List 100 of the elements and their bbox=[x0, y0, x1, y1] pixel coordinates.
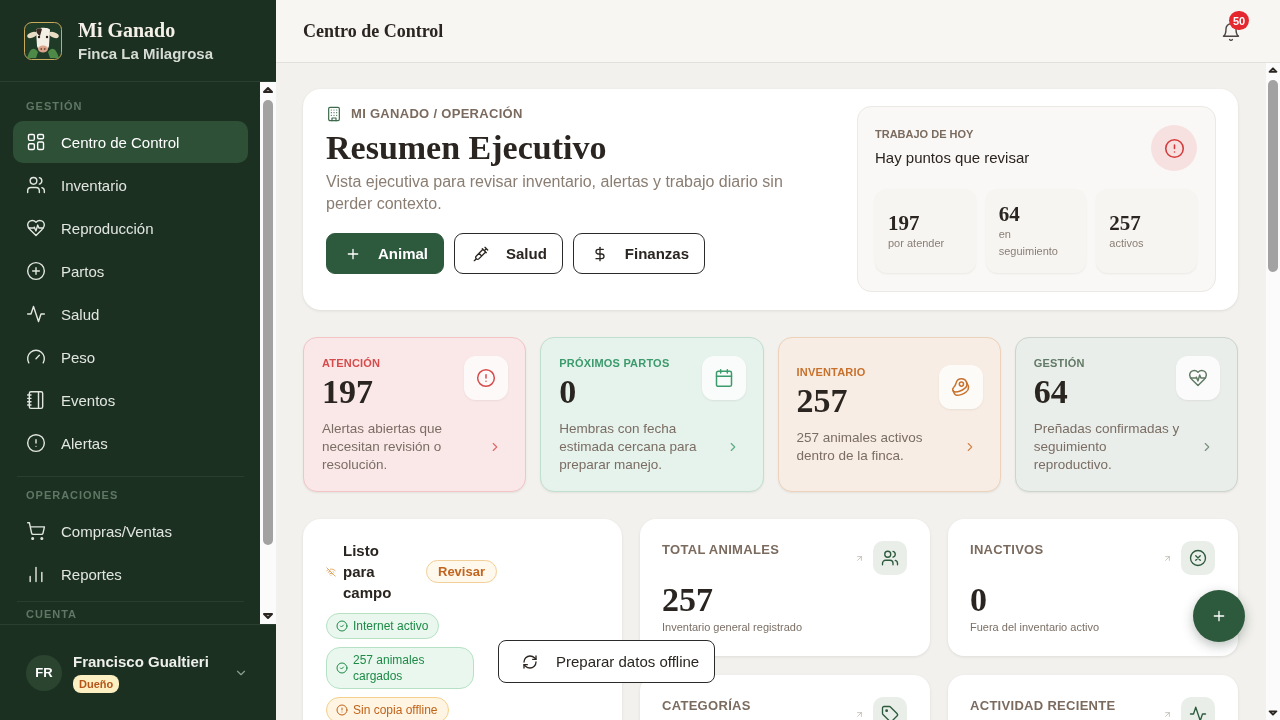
stat-label: INVENTARIO bbox=[796, 364, 866, 379]
metric-card[interactable]: CATEGORÍAS bbox=[640, 675, 930, 720]
breadcrumb: MI GANADO / OPERACIÓN bbox=[351, 106, 523, 122]
arrow-up-right-icon bbox=[855, 710, 864, 719]
arrow-up-right-icon bbox=[855, 554, 864, 563]
nav-item[interactable]: Peso bbox=[13, 336, 248, 378]
notebook-icon bbox=[26, 390, 46, 410]
plus-circle-icon bbox=[26, 261, 46, 281]
section-label: OPERACIONES bbox=[25, 488, 120, 502]
action-button[interactable]: Finanzas bbox=[572, 233, 706, 274]
scrollbar[interactable] bbox=[260, 82, 276, 624]
stat-card[interactable]: GESTIÓN 64 Preñadas confirmadas y seguimiento reproductivo. bbox=[1014, 337, 1238, 492]
tile-value: 197 bbox=[888, 210, 921, 235]
metric-label: ACTIVIDAD RECIENTE bbox=[970, 698, 1117, 714]
metric-caption: Inventario general registrado bbox=[662, 620, 804, 634]
app-title: Mi Ganado bbox=[78, 17, 177, 42]
stat-value: 64 bbox=[1033, 372, 1069, 411]
nav-item[interactable]: Partos bbox=[13, 250, 248, 292]
panel-label: TRABAJO DE HOY bbox=[875, 127, 975, 141]
alert-icon bbox=[336, 704, 348, 716]
stat-value: 0 bbox=[559, 372, 578, 411]
refresh-icon bbox=[522, 653, 538, 670]
people-icon bbox=[26, 175, 46, 195]
prepare-offline-button[interactable]: Preparar datos offline bbox=[498, 640, 716, 683]
notification-badge: 50 bbox=[1229, 11, 1249, 30]
heart-pulse-icon bbox=[1176, 355, 1220, 400]
metric-label: TOTAL ANIMALES bbox=[662, 542, 781, 558]
tile-label: activos bbox=[1109, 235, 1145, 251]
building-icon bbox=[326, 106, 342, 122]
nav-item[interactable]: Salud bbox=[13, 293, 248, 335]
stat-description: Alertas abiertas que necesitan revisión o resolución. bbox=[322, 419, 444, 474]
calendar-icon bbox=[701, 355, 746, 400]
metric-caption: Fuera del inventario activo bbox=[970, 620, 1100, 634]
check-circle-icon bbox=[336, 620, 348, 632]
stat-label: GESTIÓN bbox=[1033, 355, 1085, 370]
nav-item[interactable]: Alertas bbox=[13, 422, 248, 464]
metric-card[interactable]: ACTIVIDAD RECIENTE bbox=[948, 675, 1238, 720]
arrow-up-right-icon bbox=[1163, 554, 1172, 563]
tile-label: por atender bbox=[888, 235, 946, 251]
stat-card[interactable]: PRÓXIMOS PARTOS 0 Hembras con fecha estimada cercana para preparar manejo. bbox=[540, 337, 764, 492]
tile-label: en seguimiento bbox=[998, 227, 1059, 259]
syringe-icon bbox=[473, 245, 489, 262]
check-circle-icon bbox=[336, 662, 348, 674]
steak-icon bbox=[938, 364, 983, 409]
stat-value: 197 bbox=[322, 372, 374, 411]
alert-icon bbox=[26, 433, 46, 453]
metric-label: INACTIVOS bbox=[970, 542, 1045, 558]
heart-pulse-icon bbox=[26, 218, 46, 238]
bar-chart-icon bbox=[26, 564, 46, 584]
stat-description: Hembras con fecha estimada cercana para preparar manejo. bbox=[559, 419, 698, 474]
pill-label: Sin copia offline bbox=[353, 702, 438, 718]
panel-title: Hay puntos que revisar bbox=[875, 148, 1030, 168]
scrollbar[interactable] bbox=[1266, 63, 1280, 720]
pill-label: 257 animales cargados bbox=[353, 652, 426, 684]
stat-description: 257 animales activos dentro de la finca. bbox=[796, 428, 924, 465]
tile-value: 64 bbox=[998, 202, 1021, 226]
stat-label: ATENCIÓN bbox=[322, 355, 381, 370]
section-label: CUENTA bbox=[25, 607, 78, 621]
grid-icon bbox=[26, 132, 46, 152]
arrow-up-right-icon bbox=[1163, 710, 1172, 719]
metric-value: 0 bbox=[970, 580, 988, 620]
metric-card[interactable]: INACTIVOS 0 Fuera del inventario activo bbox=[948, 519, 1238, 656]
user-avatar: FR bbox=[26, 654, 62, 691]
metric-value: 257 bbox=[662, 580, 714, 620]
metric-label: CATEGORÍAS bbox=[662, 698, 752, 714]
nav-item[interactable]: Centro de Control bbox=[13, 121, 248, 163]
people-icon bbox=[873, 541, 907, 575]
summary-title: Resumen Ejecutivo bbox=[326, 128, 608, 168]
pill-label: Internet activo bbox=[353, 618, 429, 634]
scrollbar-thumb[interactable] bbox=[1268, 80, 1278, 272]
stat-value: 257 bbox=[796, 381, 849, 420]
nav-item[interactable]: Inventario bbox=[13, 164, 248, 206]
wifi-off-icon bbox=[326, 566, 336, 577]
plus-icon bbox=[1211, 608, 1227, 624]
page-title: Centro de Control bbox=[303, 20, 444, 42]
stat-card[interactable]: INVENTARIO 257 257 animales activos dentro de la finca. bbox=[777, 337, 1001, 492]
alert-icon bbox=[1151, 125, 1197, 171]
pulse-line-icon bbox=[26, 304, 46, 324]
nav-item[interactable]: Eventos bbox=[13, 379, 248, 421]
alert-icon bbox=[464, 355, 509, 400]
action-button[interactable]: Animal bbox=[326, 233, 444, 274]
cow-head-icon bbox=[24, 21, 62, 60]
scrollbar-thumb[interactable] bbox=[263, 100, 273, 545]
cart-icon bbox=[26, 521, 46, 541]
summary-description: Vista ejecutiva para revisar inventario, alertas y trabajo diario sin perder contexto. bbox=[326, 172, 784, 214]
stat-card[interactable]: ATENCIÓN 197 Alertas abiertas que necesitan revisión o resolución. bbox=[303, 337, 527, 492]
stat-description: Preñadas confirmadas y seguimiento reproductivo. bbox=[1033, 419, 1181, 474]
user-name: Francisco Gualtieri bbox=[73, 652, 209, 671]
farm-name: Finca La Milagrosa bbox=[78, 43, 214, 64]
status-title: Listo para campo bbox=[343, 541, 393, 603]
nav-item[interactable]: Reportes bbox=[13, 553, 248, 595]
nav-item[interactable]: Reproducción bbox=[13, 207, 248, 249]
section-label: GESTIÓN bbox=[25, 99, 84, 113]
metric-card[interactable]: TOTAL ANIMALES 257 Inventario general registrado bbox=[640, 519, 930, 656]
stat-label: PRÓXIMOS PARTOS bbox=[559, 355, 670, 370]
action-button[interactable]: Salud bbox=[454, 233, 563, 274]
role-badge: Dueño bbox=[73, 674, 120, 693]
tile-value: 257 bbox=[1109, 210, 1142, 235]
nav-item[interactable]: Compras/Ventas bbox=[13, 510, 248, 552]
review-badge: Revisar bbox=[426, 560, 497, 583]
